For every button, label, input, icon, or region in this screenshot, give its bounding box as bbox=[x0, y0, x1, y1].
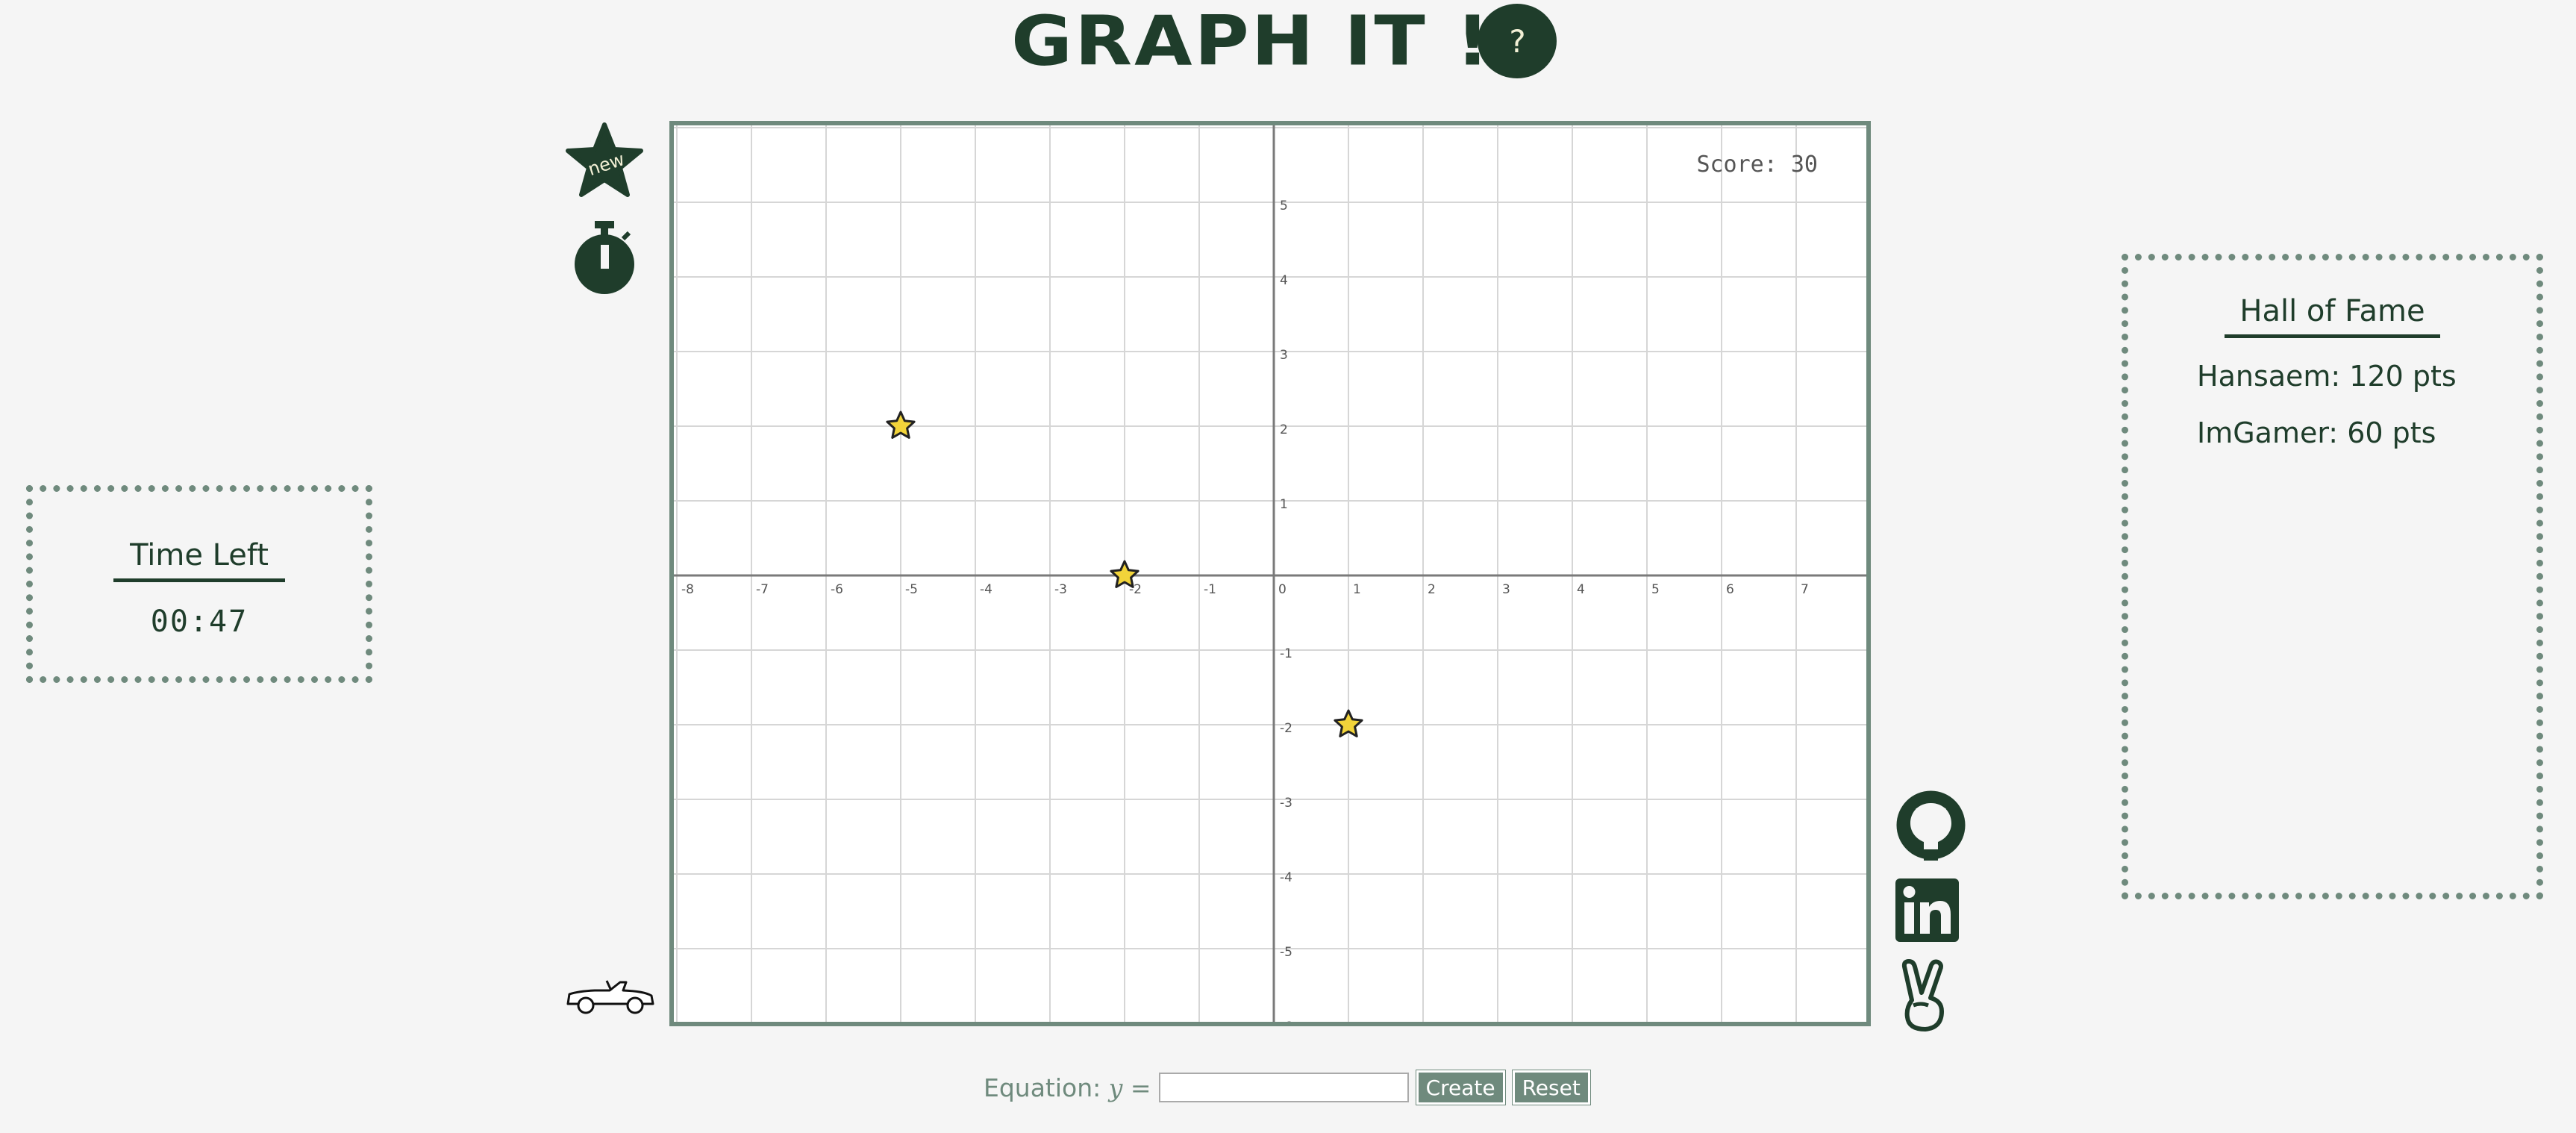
time-left-panel: Time Left 00:47 bbox=[26, 485, 372, 683]
graph-area[interactable]: -8-7-6-5-4-3-2-10123456754321-1-2-3-4-5-… bbox=[669, 121, 1871, 1026]
y-tick-label: -1 bbox=[1280, 646, 1292, 661]
x-tick-label: 1 bbox=[1353, 582, 1361, 597]
hall-of-fame-entry: ImGamer: 60 pts bbox=[2197, 416, 2436, 449]
x-tick-label: -4 bbox=[980, 582, 992, 597]
linkedin-icon[interactable] bbox=[1895, 878, 1959, 942]
stopwatch-icon[interactable] bbox=[571, 218, 638, 296]
y-tick-label: 2 bbox=[1280, 422, 1288, 437]
equation-bar: Equation: y = Create Reset bbox=[984, 1069, 1591, 1106]
peace-hand-icon[interactable] bbox=[1895, 959, 1955, 1034]
time-left-value: 00:47 bbox=[150, 605, 248, 639]
y-tick-label: -5 bbox=[1280, 945, 1292, 960]
x-tick-label: 6 bbox=[1726, 582, 1734, 597]
equation-input[interactable] bbox=[1158, 1073, 1409, 1102]
hall-of-fame-entry: Hansaem: 120 pts bbox=[2197, 360, 2457, 393]
equation-label-text: Equation: bbox=[984, 1073, 1101, 1102]
hall-of-fame-list: Hansaem: 120 pts ImGamer: 60 pts bbox=[2128, 353, 2536, 456]
y-tick-label: 3 bbox=[1280, 348, 1288, 363]
x-tick-label: 7 bbox=[1801, 582, 1809, 597]
x-tick-label: -6 bbox=[831, 582, 843, 597]
y-tick-label: -4 bbox=[1280, 870, 1292, 885]
hall-of-fame-title: Hall of Fame bbox=[2225, 294, 2440, 338]
help-label: ? bbox=[1507, 22, 1527, 60]
graph-svg[interactable]: -8-7-6-5-4-3-2-10123456754321-1-2-3-4-5-… bbox=[674, 125, 1866, 1022]
y-tick-label: -2 bbox=[1280, 721, 1292, 736]
y-tick-label: 5 bbox=[1280, 199, 1288, 213]
reset-button[interactable]: Reset bbox=[1511, 1070, 1591, 1105]
y-tick-label: -3 bbox=[1280, 796, 1292, 811]
x-tick-label: 2 bbox=[1428, 582, 1436, 597]
x-tick-label: -5 bbox=[905, 582, 918, 597]
x-tick-label: 4 bbox=[1577, 582, 1585, 597]
create-button[interactable]: Create bbox=[1415, 1070, 1506, 1105]
x-tick-label: -8 bbox=[681, 582, 694, 597]
x-tick-label: -3 bbox=[1054, 582, 1067, 597]
github-icon[interactable] bbox=[1895, 790, 1966, 861]
page-title: GRAPH IT ! bbox=[1011, 0, 1492, 81]
score-display: Score: 30 bbox=[1696, 152, 1818, 178]
car-icon[interactable] bbox=[563, 970, 657, 1019]
equation-label: Equation: y = bbox=[984, 1073, 1151, 1102]
target-star-icon bbox=[886, 411, 916, 439]
new-star-icon[interactable]: new bbox=[563, 121, 645, 203]
help-button[interactable]: ? bbox=[1478, 4, 1557, 78]
target-star-icon bbox=[1334, 709, 1363, 737]
time-left-title: Time Left bbox=[113, 538, 285, 582]
hall-of-fame-panel: Hall of Fame Hansaem: 120 pts ImGamer: 6… bbox=[2122, 254, 2543, 899]
y-tick-label: 4 bbox=[1280, 273, 1288, 288]
x-tick-label: -7 bbox=[756, 582, 769, 597]
equation-var-label: y = bbox=[1108, 1073, 1151, 1102]
x-tick-label: -1 bbox=[1204, 582, 1216, 597]
x-tick-label: 3 bbox=[1502, 582, 1510, 597]
x-tick-label: 0 bbox=[1278, 582, 1287, 597]
x-tick-label: 5 bbox=[1651, 582, 1660, 597]
y-tick-label: -6 bbox=[1280, 1020, 1292, 1022]
y-tick-label: 1 bbox=[1280, 497, 1288, 512]
